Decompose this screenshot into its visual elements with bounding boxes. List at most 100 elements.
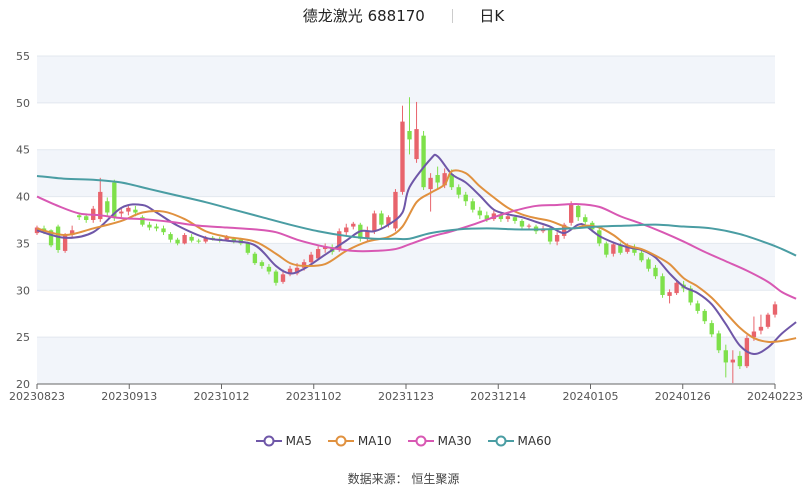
legend-item-ma30[interactable]: MA30 <box>407 434 472 448</box>
candle-body <box>154 226 159 229</box>
candle-body <box>695 303 700 311</box>
legend-label: MA5 <box>285 434 312 448</box>
candle-body <box>105 201 110 213</box>
candle-body <box>280 274 286 282</box>
candle-body <box>133 209 138 213</box>
candle-body <box>126 207 131 212</box>
candle-body <box>512 217 518 221</box>
candle-body <box>189 236 194 241</box>
legend-item-ma10[interactable]: MA10 <box>327 434 392 448</box>
candle-body <box>583 217 588 222</box>
legend-marker-icon <box>255 435 282 447</box>
candle-body <box>273 271 279 283</box>
candle-body <box>653 267 658 277</box>
x-tick-label: 20231102 <box>286 390 342 403</box>
candle-body <box>168 234 173 240</box>
candle-body <box>772 304 778 315</box>
candle-body <box>519 220 525 227</box>
candle-body <box>315 249 321 259</box>
candle-body <box>505 216 511 220</box>
candle-body <box>119 211 124 214</box>
candle-body <box>737 355 743 367</box>
y-tick-label: 55 <box>16 50 30 63</box>
candlestick-chart: 2025303540455055 20230823 20230913 2023101… <box>9 50 803 403</box>
candle-body <box>351 223 356 227</box>
grid-band <box>37 337 775 384</box>
legend-item-ma60[interactable]: MA60 <box>487 434 552 448</box>
y-tick-label: 50 <box>16 97 30 110</box>
candle-body <box>84 216 89 220</box>
candle-body <box>407 130 412 140</box>
candle-body <box>147 224 152 228</box>
y-tick-label: 35 <box>16 237 30 250</box>
grid-band <box>37 56 775 103</box>
candle-body <box>709 323 714 335</box>
candle-body <box>175 239 180 244</box>
candle-body <box>400 121 405 192</box>
candle-body <box>730 359 736 363</box>
candle-body <box>344 227 349 233</box>
candle-body <box>660 276 665 295</box>
candle-body <box>161 228 166 233</box>
candle-body <box>379 213 384 225</box>
data-source: 数据来源： 恒生聚源 <box>347 472 460 486</box>
candle-body <box>765 314 771 327</box>
candle-body <box>639 252 644 261</box>
candle-body <box>182 234 187 244</box>
candle-body <box>456 187 461 195</box>
candle-body <box>259 262 265 266</box>
candle-body <box>702 310 707 322</box>
x-tick-label: 20240126 <box>655 390 711 403</box>
y-tick-label: 40 <box>16 191 30 204</box>
candle-body <box>674 282 679 294</box>
candle-body <box>245 243 251 253</box>
candle-body <box>435 175 440 183</box>
legend-marker-icon <box>487 435 514 447</box>
legend-label: MA30 <box>437 434 472 448</box>
candle-body <box>568 204 574 223</box>
candle-body <box>414 129 419 160</box>
candle-body <box>526 225 532 227</box>
x-tick-label: 20230913 <box>101 390 157 403</box>
x-tick-label: 20231012 <box>194 390 250 403</box>
candle-body <box>723 350 728 363</box>
x-tick-label: 20231123 <box>378 390 434 403</box>
candle-body <box>604 243 609 255</box>
x-axis: 20230823 20230913 20231012 20231102 20231123… <box>9 383 803 403</box>
x-tick-label: 20240223 <box>747 390 803 403</box>
candle-body <box>470 201 475 210</box>
candle-body <box>758 326 764 331</box>
legend-item-ma5[interactable]: MA5 <box>255 434 312 448</box>
legend-marker-icon <box>327 435 354 447</box>
legend: MA5 MA10 MA30 MA60 <box>0 434 807 448</box>
candle-body <box>372 213 377 232</box>
candle-body <box>196 240 201 242</box>
candle-body <box>55 226 61 250</box>
candle-body <box>266 266 272 272</box>
legend-label: MA60 <box>517 434 552 448</box>
candle-body <box>667 292 672 296</box>
candle-body <box>308 254 314 263</box>
candle-body <box>252 253 258 264</box>
candle-body <box>463 194 468 202</box>
candle-body <box>477 210 482 216</box>
y-tick-label: 45 <box>16 144 30 157</box>
y-axis: 2025303540455055 <box>16 50 30 391</box>
x-tick-label: 20231214 <box>470 390 526 403</box>
candle-body <box>76 215 82 218</box>
candle-body <box>393 191 398 229</box>
candle-body <box>428 177 433 190</box>
candle-body <box>421 135 426 188</box>
legend-label: MA10 <box>357 434 392 448</box>
candle-body <box>646 259 651 269</box>
candle-body <box>576 205 581 218</box>
candle-body <box>547 229 553 242</box>
x-tick-label: 20230823 <box>9 390 65 403</box>
candle-body <box>554 234 560 242</box>
y-tick-label: 30 <box>16 284 30 297</box>
x-tick-label: 20240105 <box>563 390 619 403</box>
legend-marker-icon <box>407 435 434 447</box>
candle-body <box>611 244 616 254</box>
candle-body <box>716 333 721 351</box>
y-tick-label: 25 <box>16 331 30 344</box>
